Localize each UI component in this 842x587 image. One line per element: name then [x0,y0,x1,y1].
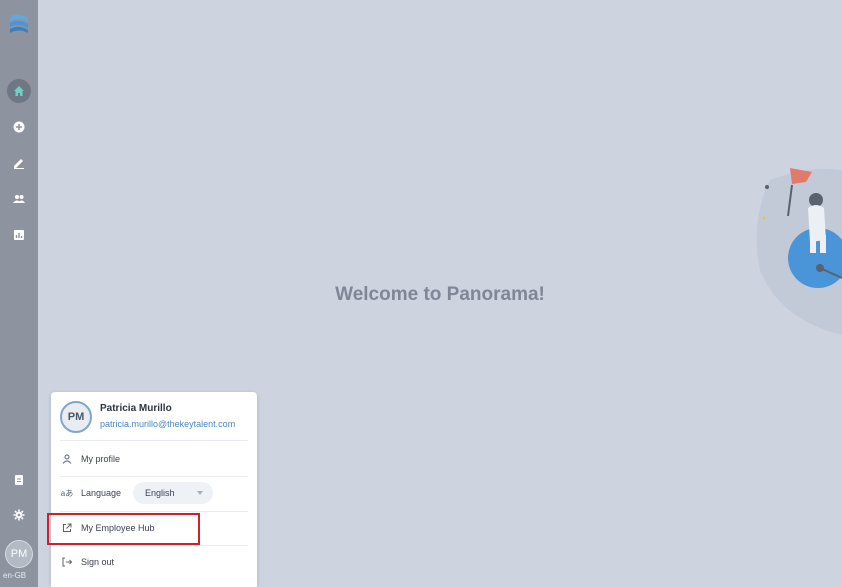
home-icon [14,86,24,96]
user-email: patricia.murillo@thekeytalent.com [100,419,236,429]
menu-item-label: My profile [81,454,121,464]
sidebar-item-add[interactable] [4,112,34,142]
plus-circle-icon [13,121,25,133]
language-select[interactable]: English [133,482,214,504]
panorama-logo-icon[interactable] [7,12,31,36]
divider [60,476,248,477]
pencil-icon [14,159,24,169]
people-icon [13,195,25,203]
sign-out-icon [60,555,74,569]
menu-item-label: Sign out [81,557,115,567]
document-icon [15,475,23,485]
sidebar-item-edit[interactable] [4,148,34,178]
sidebar-item-people[interactable] [4,184,34,214]
divider [60,440,248,441]
astronaut-illustration [756,168,842,335]
sidebar-item-reports[interactable] [4,220,34,250]
external-link-icon [60,521,74,535]
user-avatar: PM [60,401,92,433]
divider [60,511,248,512]
avatar[interactable]: PM [5,540,33,568]
user-menu: PM Patricia Murillo patricia.murillo@the… [51,392,257,587]
user-info: PM Patricia Murillo patricia.murillo@the… [60,401,250,433]
sidebar-item-home[interactable] [4,76,34,106]
locale-label: en-GB [3,571,27,580]
menu-item-label: My Employee Hub [81,523,155,533]
menu-item-language: aあ Language English [60,478,248,508]
sidebar: PM en-GB [0,0,38,587]
sidebar-item-settings[interactable] [4,500,34,530]
language-value: English [145,488,175,498]
welcome-heading: Welcome to Panorama! [335,284,545,305]
chart-icon [14,230,24,240]
gear-icon [13,509,25,521]
language-label: Language [81,488,122,498]
divider [60,545,248,546]
menu-item-my-profile[interactable]: My profile [60,444,248,474]
user-name: Patricia Murillo [100,403,172,414]
menu-item-my-employee-hub[interactable]: My Employee Hub [60,513,248,543]
translate-icon: aあ [60,488,74,498]
chevron-down-icon [197,491,204,495]
person-icon [60,452,74,466]
sidebar-item-documents[interactable] [4,465,34,495]
menu-item-sign-out[interactable]: Sign out [60,547,248,577]
